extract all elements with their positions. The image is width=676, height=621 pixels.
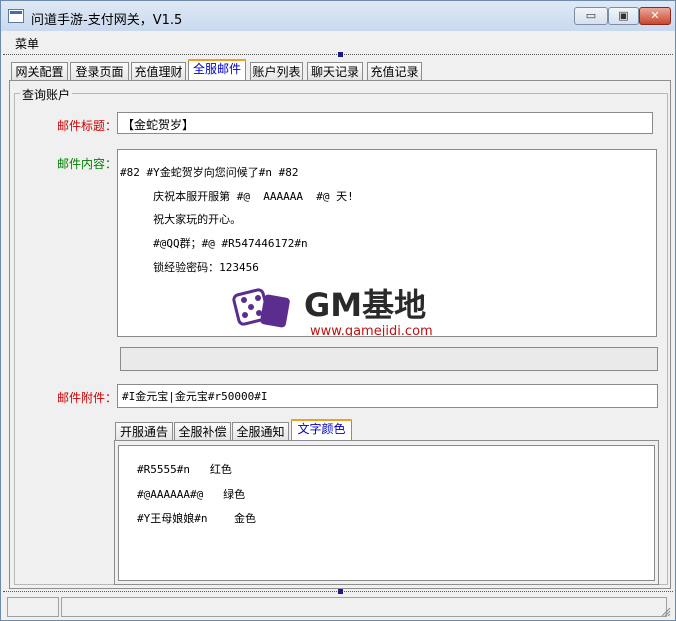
restore-icon: ▣ xyxy=(618,9,629,22)
tab-chat-records[interactable]: 聊天记录 xyxy=(307,62,363,81)
close-icon: ✕ xyxy=(650,9,660,22)
minimize-icon: ▭ xyxy=(585,9,597,22)
menu-bar: 菜单 xyxy=(1,31,675,53)
close-button[interactable]: ✕ xyxy=(639,7,671,25)
subtab-server-notification[interactable]: 全服通知 xyxy=(232,422,289,441)
mail-subject-label: 邮件标题： xyxy=(57,119,118,133)
status-panel-1 xyxy=(7,597,59,617)
tab-login-page[interactable]: 登录页面 xyxy=(70,62,129,81)
tab-account-list[interactable]: 账户列表 xyxy=(250,62,303,81)
menu-item-menu[interactable]: 菜单 xyxy=(15,35,39,52)
text-colors-textarea[interactable]: #R5555#n 红色 #@AAAAAA#@ 绿色 #Y王母娘娘#n 金色 xyxy=(118,445,655,581)
window-title: 问道手游-支付网关，V1.5 xyxy=(31,13,183,28)
resize-grip-icon[interactable] xyxy=(661,607,671,617)
content-line: 祝大家玩的开心。 xyxy=(120,213,242,226)
content-line: 庆祝本服开服第 #@ AAAAAA #@ 天! xyxy=(120,190,354,203)
subtab-server-compensation[interactable]: 全服补偿 xyxy=(174,422,231,441)
tab-recharge-records[interactable]: 充值记录 xyxy=(367,62,422,81)
subtab-text-colors[interactable]: 文字颜色 xyxy=(291,419,352,441)
mail-content-textarea[interactable]: #82 #Y金蛇贺岁向您问候了#n #82 庆祝本服开服第 #@ AAAAAA … xyxy=(117,149,657,337)
tab-recharge-finance[interactable]: 充值理财 xyxy=(131,62,186,81)
content-line: 锁经验密码：123456 xyxy=(120,261,259,274)
resize-handle-top[interactable] xyxy=(338,52,343,57)
status-bar xyxy=(1,593,675,621)
color-line: #@AAAAAA#@ 绿色 xyxy=(137,488,246,501)
color-line: #R5555#n 红色 xyxy=(137,463,232,476)
subtab-server-opening-notice[interactable]: 开服通告 xyxy=(115,422,173,441)
mail-attachment-label: 邮件附件： xyxy=(57,391,118,405)
subtab-page-text-colors: #R5555#n 红色 #@AAAAAA#@ 绿色 #Y王母娘娘#n 金色 xyxy=(114,440,659,585)
mail-attachment-input[interactable]: #I金元宝|金元宝#r50000#I xyxy=(117,384,658,408)
app-icon xyxy=(8,9,24,23)
watermark-brand: GM基地 xyxy=(304,286,427,324)
status-panel-2 xyxy=(61,597,667,617)
mail-subject-input[interactable]: 【金蛇贺岁】 xyxy=(117,112,653,134)
mail-content-label: 邮件内容： xyxy=(57,157,118,171)
content-line: #@QQ群；#@ #R547446172#n xyxy=(120,237,308,250)
tab-server-mail[interactable]: 全服邮件 xyxy=(188,59,246,81)
restore-button[interactable]: ▣ xyxy=(608,7,639,25)
title-bar[interactable]: 问道手游-支付网关，V1.5 ▭ ▣ ✕ xyxy=(1,1,675,31)
content-line: #82 #Y金蛇贺岁向您问候了#n #82 xyxy=(120,166,299,179)
watermark-url: www.gamejidi.com xyxy=(310,324,433,337)
app-window: 问道手游-支付网关，V1.5 ▭ ▣ ✕ 菜单 网关配置 登录页面 充值理财 全… xyxy=(0,0,676,621)
dice-logo-icon xyxy=(232,288,290,328)
group-title: 查询账户 xyxy=(20,86,73,103)
minimize-button[interactable]: ▭ xyxy=(574,7,608,25)
color-line: #Y王母娘娘#n 金色 xyxy=(137,512,256,525)
tab-gateway-config[interactable]: 网关配置 xyxy=(11,62,68,81)
progress-bar xyxy=(120,347,658,371)
